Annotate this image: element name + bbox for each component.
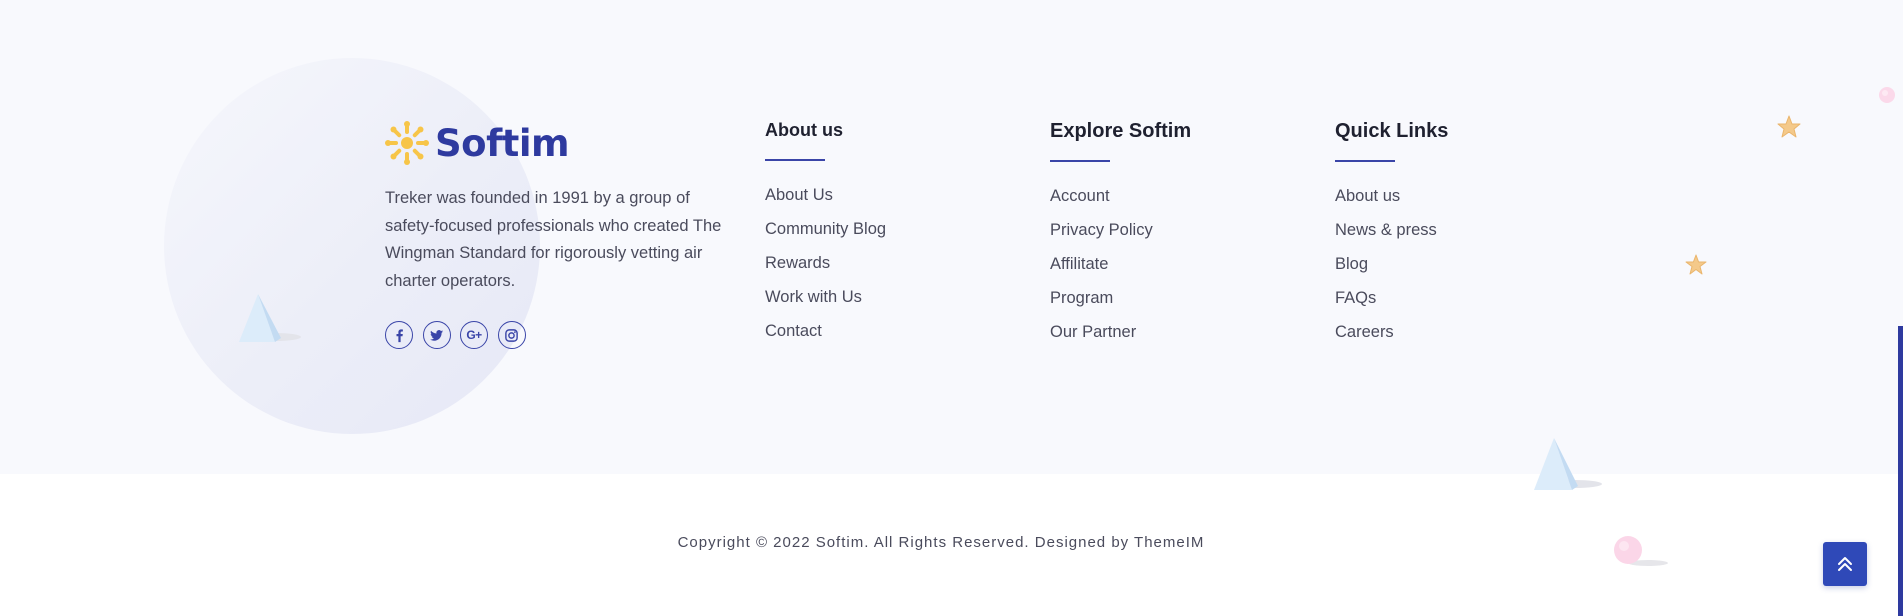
- title-underline: [765, 159, 825, 161]
- footer-link-careers[interactable]: Careers: [1335, 322, 1448, 356]
- footer-link-about-us-2[interactable]: About us: [1335, 186, 1448, 220]
- footer-page: Softim Treker was founded in 1991 by a g…: [0, 0, 1903, 616]
- footer-link-contact[interactable]: Contact: [765, 321, 886, 355]
- about-us-column: About us About Us Community Blog Rewards…: [765, 117, 886, 355]
- facebook-link[interactable]: [385, 321, 413, 349]
- explore-softim-links: Account Privacy Policy Affilitate Progra…: [1050, 186, 1191, 356]
- double-chevron-up-icon: [1838, 557, 1852, 571]
- decorative-pyramid: [239, 294, 301, 342]
- about-us-links: About Us Community Blog Rewards Work wit…: [765, 185, 886, 355]
- footer-link-our-partner[interactable]: Our Partner: [1050, 322, 1191, 356]
- brand-description: Treker was founded in 1991 by a group of…: [385, 189, 722, 290]
- explore-softim-title: Explore Softim: [1050, 120, 1192, 142]
- footer-link-community-blog[interactable]: Community Blog: [765, 219, 886, 253]
- decorative-pyramid-bottom: [1534, 438, 1602, 490]
- footer-link-affilitate[interactable]: Affilitate: [1050, 254, 1191, 288]
- google-plus-icon: G+: [466, 328, 482, 342]
- decorative-star-small-icon: [1685, 254, 1707, 275]
- footer-link-blog[interactable]: Blog: [1335, 254, 1448, 288]
- title-underline: [1335, 160, 1395, 162]
- copyright-text: Copyright © 2022 Softim. All Rights Rese…: [677, 534, 1205, 551]
- scroll-progress-bar[interactable]: [1898, 326, 1903, 616]
- quick-links-list: About us News & press Blog FAQs Careers: [1335, 186, 1448, 356]
- twitter-icon: [429, 329, 444, 341]
- footer-link-news-press[interactable]: News & press: [1335, 220, 1448, 254]
- footer-link-faqs[interactable]: FAQs: [1335, 288, 1448, 322]
- explore-softim-column: Explore Softim Account Privacy Policy Af…: [1050, 118, 1191, 356]
- logo[interactable]: Softim: [385, 118, 735, 168]
- quick-links-title: Quick Links: [1335, 120, 1449, 142]
- scroll-to-top-button[interactable]: [1823, 542, 1867, 586]
- facebook-icon: [396, 328, 403, 342]
- brand-column: Softim Treker was founded in 1991 by a g…: [385, 118, 735, 349]
- footer-link-about-us[interactable]: About Us: [765, 185, 886, 219]
- logo-text: Softim: [435, 121, 570, 165]
- footer-link-account[interactable]: Account: [1050, 186, 1191, 220]
- footer-link-privacy-policy[interactable]: Privacy Policy: [1050, 220, 1191, 254]
- about-us-title: About us: [765, 120, 843, 140]
- social-links: G+: [385, 321, 735, 349]
- decorative-bubble: [1879, 87, 1895, 103]
- footer-link-rewards[interactable]: Rewards: [765, 253, 886, 287]
- footer-link-program[interactable]: Program: [1050, 288, 1191, 322]
- quick-links-column: Quick Links About us News & press Blog F…: [1335, 118, 1448, 356]
- twitter-link[interactable]: [422, 321, 451, 349]
- title-underline: [1050, 160, 1110, 162]
- instagram-link[interactable]: [497, 321, 526, 349]
- sun-logo-icon: [385, 121, 429, 165]
- decorative-star-icon: [1777, 115, 1801, 138]
- instagram-icon: [505, 328, 518, 342]
- google-plus-link[interactable]: G+: [460, 321, 488, 349]
- footer-link-work-with-us[interactable]: Work with Us: [765, 287, 886, 321]
